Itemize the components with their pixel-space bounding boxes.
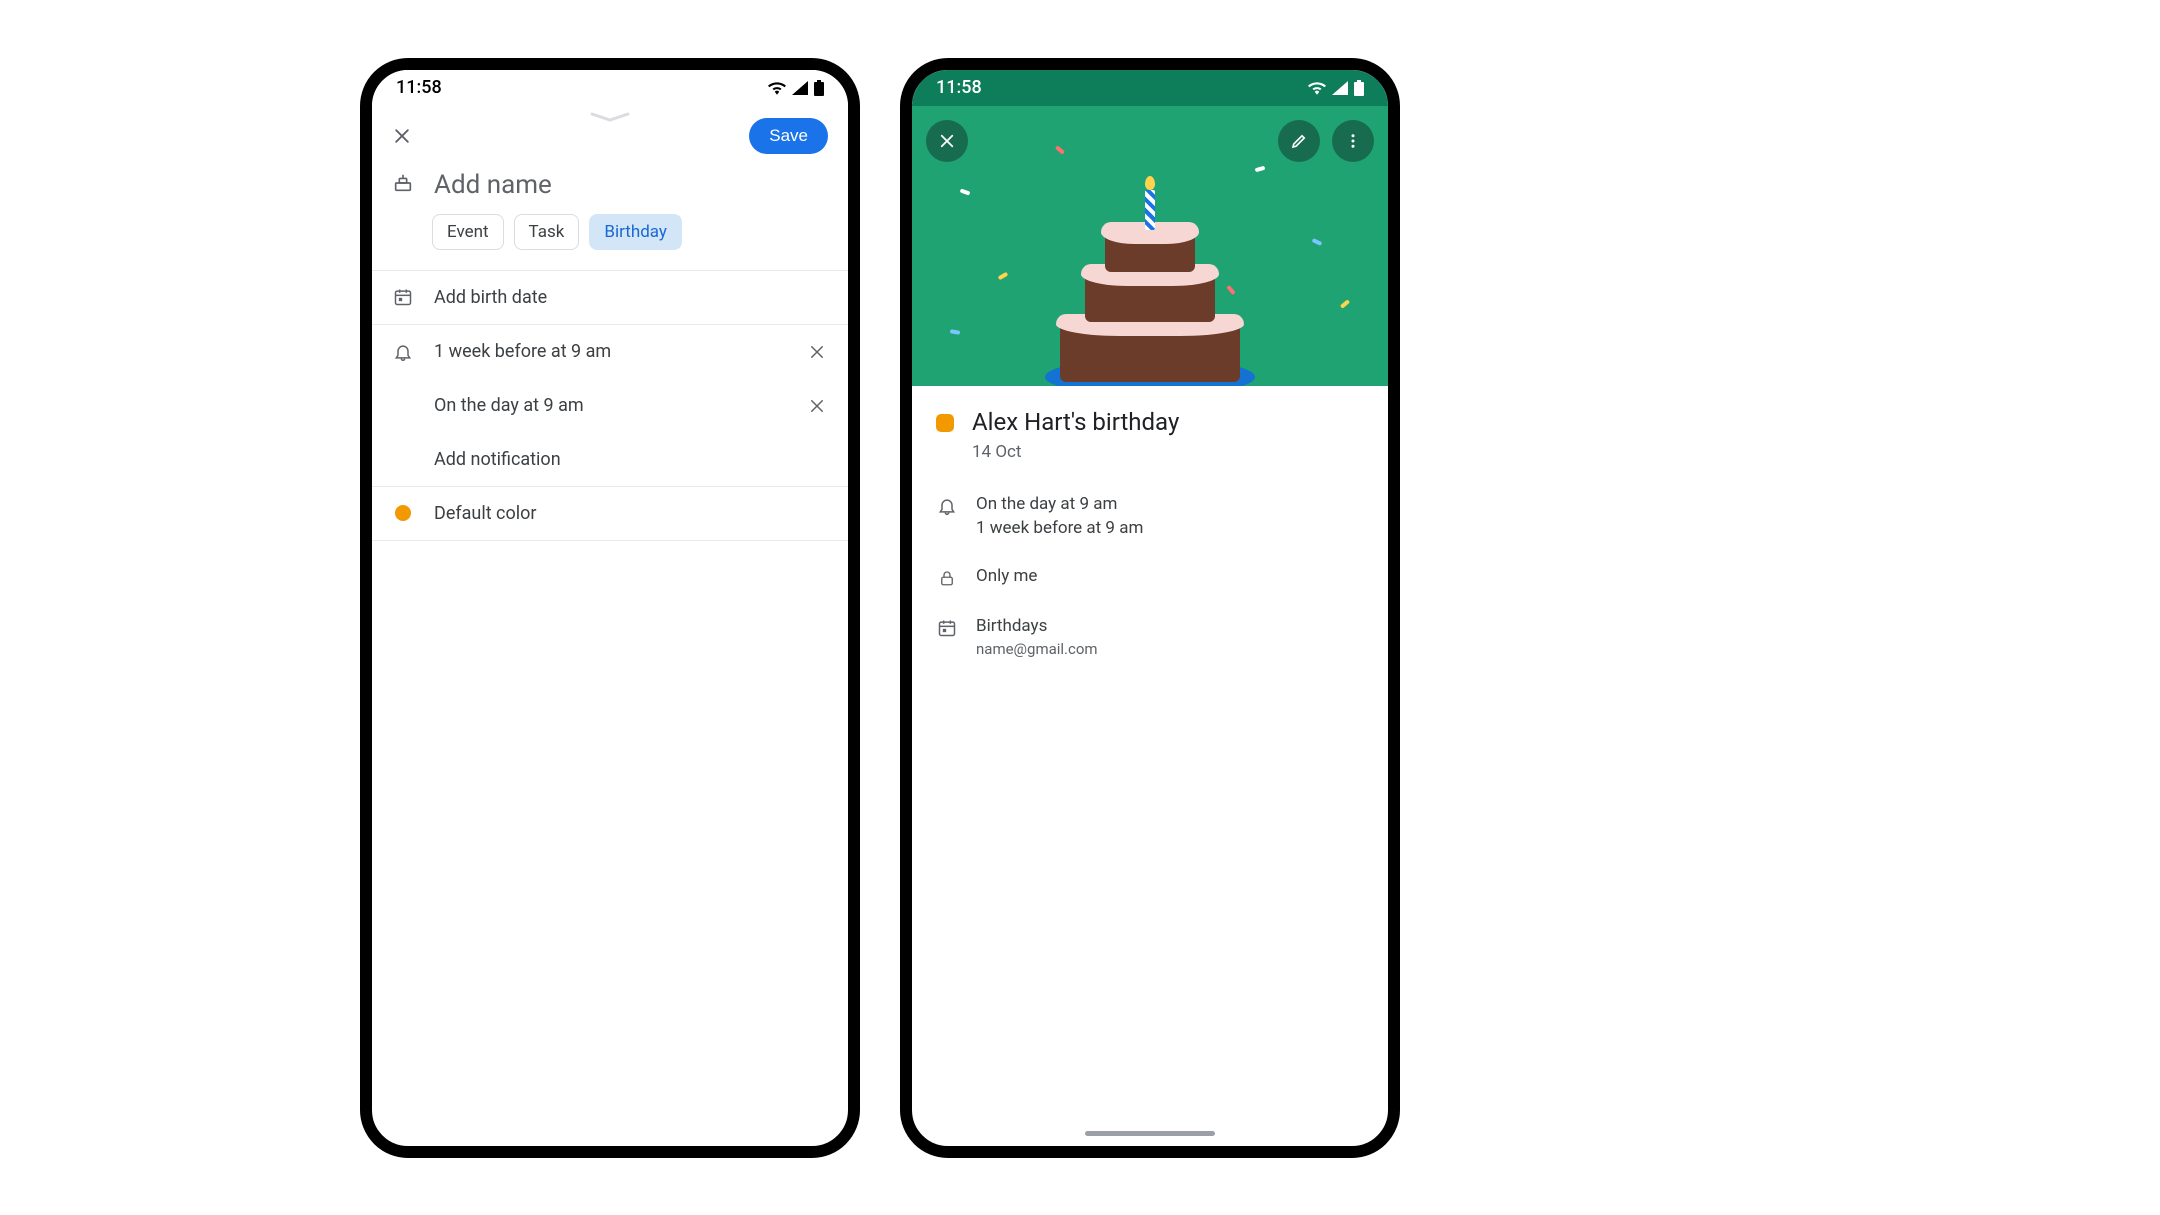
notification-label: 1 week before at 9 am xyxy=(434,341,611,362)
status-bar: 11:58 xyxy=(372,70,848,106)
wifi-icon xyxy=(768,81,786,95)
status-time: 11:58 xyxy=(936,77,982,98)
edit-button[interactable] xyxy=(1278,120,1320,162)
cake-illustration xyxy=(1020,136,1280,386)
battery-icon xyxy=(1354,80,1364,96)
notification-label: On the day at 9 am xyxy=(976,494,1143,514)
phone-detail: 11:58 xyxy=(900,58,1400,1158)
visibility-row: Only me xyxy=(912,552,1388,602)
phone-editor: 11:58 Save Add name Event Task Birthday xyxy=(360,58,860,1158)
color-row[interactable]: Default color xyxy=(372,487,848,540)
status-time: 11:58 xyxy=(396,77,442,98)
battery-icon xyxy=(814,80,824,96)
remove-notification-button[interactable] xyxy=(806,395,828,417)
account-email: name@gmail.com xyxy=(976,640,1098,658)
chip-event[interactable]: Event xyxy=(432,214,504,250)
status-icons xyxy=(768,80,824,96)
status-icons xyxy=(1308,80,1364,96)
notifications-detail-row: On the day at 9 am 1 week before at 9 am xyxy=(912,480,1388,552)
remove-notification-button[interactable] xyxy=(806,341,828,363)
notification-label: On the day at 9 am xyxy=(434,395,584,416)
color-label: Default color xyxy=(434,503,537,524)
signal-icon xyxy=(1332,81,1348,95)
drag-handle-icon[interactable] xyxy=(590,112,630,118)
calendar-account-row: Birthdays name@gmail.com xyxy=(912,602,1388,672)
notifications-section: 1 week before at 9 am On the day at 9 am… xyxy=(372,324,848,486)
notification-row-0[interactable]: 1 week before at 9 am xyxy=(372,325,848,379)
add-notification-label: Add notification xyxy=(434,449,561,470)
bell-icon xyxy=(392,342,414,362)
bell-icon xyxy=(936,496,958,516)
visibility-label: Only me xyxy=(976,566,1037,586)
status-bar: 11:58 xyxy=(912,70,1388,106)
color-section: Default color xyxy=(372,486,848,541)
chip-birthday[interactable]: Birthday xyxy=(589,214,682,250)
hero-image xyxy=(912,106,1388,386)
event-color-indicator xyxy=(936,414,954,432)
more-button[interactable] xyxy=(1332,120,1374,162)
chip-task[interactable]: Task xyxy=(514,214,580,250)
add-notification-row[interactable]: Add notification xyxy=(372,433,848,486)
title-row: Add name xyxy=(372,162,848,214)
close-button[interactable] xyxy=(388,122,416,150)
calendar-icon xyxy=(936,618,958,638)
editor-topbar: Save xyxy=(372,106,848,162)
signal-icon xyxy=(792,81,808,95)
home-indicator[interactable] xyxy=(1085,1131,1215,1136)
close-button[interactable] xyxy=(926,120,968,162)
event-title: Alex Hart's birthday xyxy=(972,408,1179,436)
wifi-icon xyxy=(1308,81,1326,95)
notification-row-1[interactable]: On the day at 9 am xyxy=(372,379,848,433)
detail-body: Alex Hart's birthday 14 Oct On the day a… xyxy=(912,386,1388,672)
type-chips: Event Task Birthday xyxy=(372,214,848,270)
calendar-icon xyxy=(392,287,414,307)
birth-date-section: Add birth date xyxy=(372,270,848,324)
calendar-name-label: Birthdays xyxy=(976,616,1098,636)
add-birth-date-row[interactable]: Add birth date xyxy=(372,271,848,324)
name-input[interactable]: Add name xyxy=(434,170,552,200)
save-button[interactable]: Save xyxy=(749,118,828,154)
cake-icon xyxy=(392,172,414,198)
event-date: 14 Oct xyxy=(912,442,1388,480)
add-birth-date-label: Add birth date xyxy=(434,287,547,308)
lock-icon xyxy=(936,568,958,588)
color-dot-icon xyxy=(395,505,411,521)
notification-label: 1 week before at 9 am xyxy=(976,518,1143,538)
